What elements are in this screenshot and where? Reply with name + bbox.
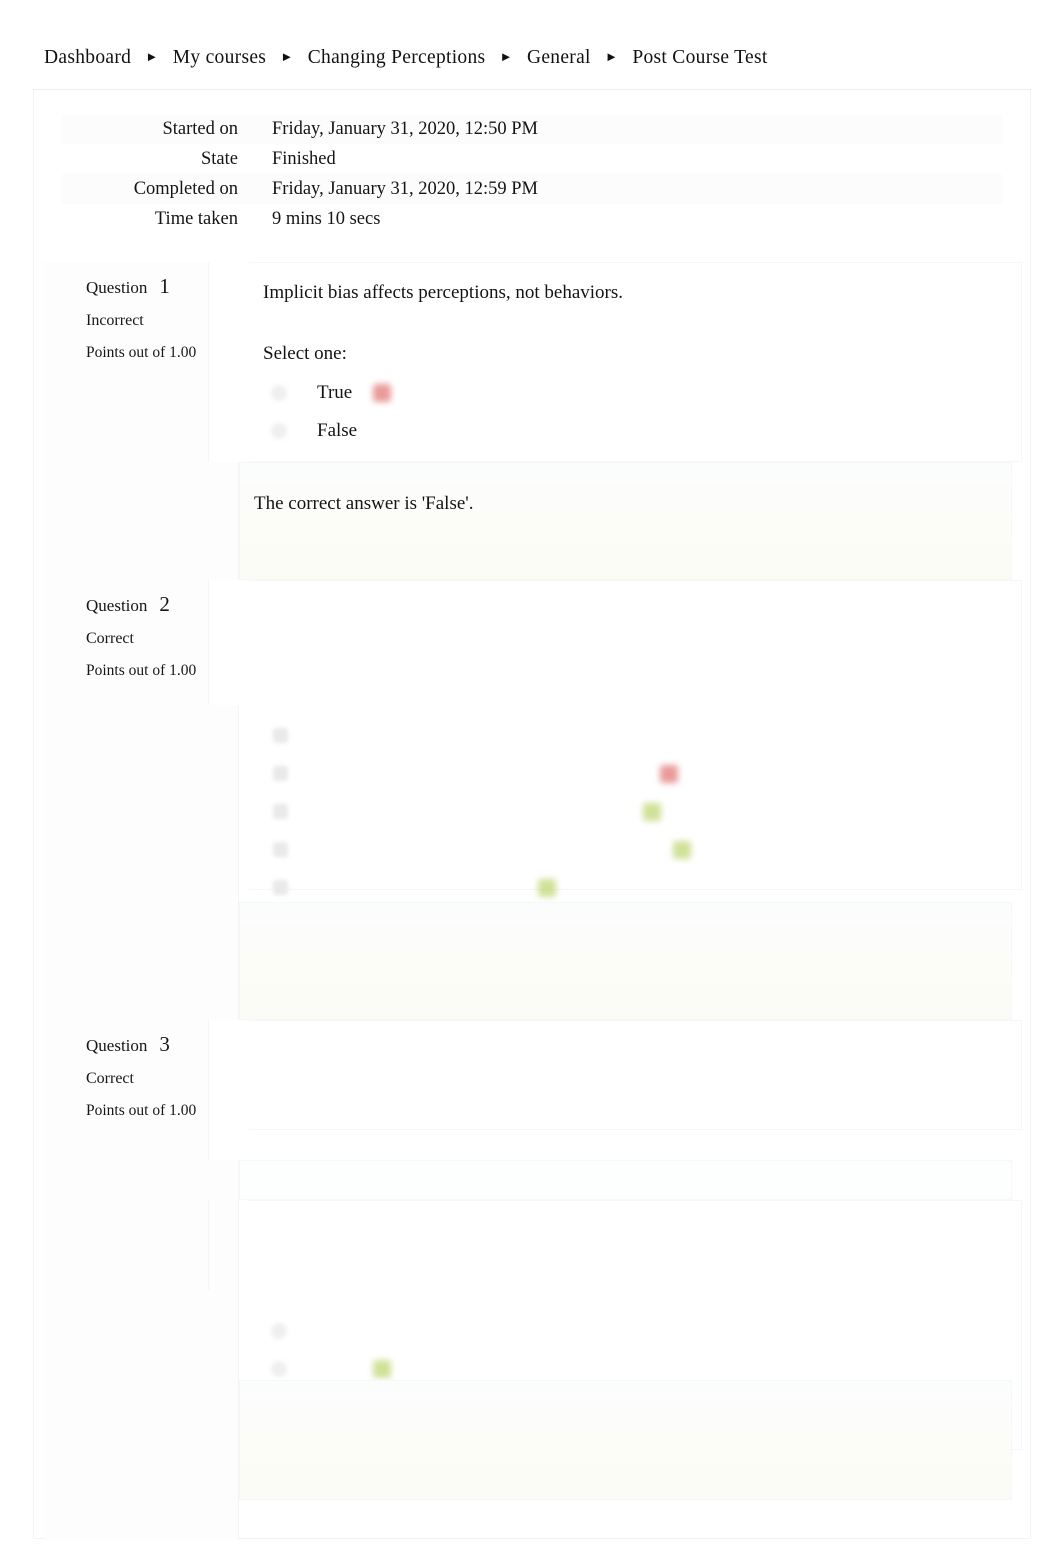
answer-option-2-5[interactable]	[263, 869, 1001, 907]
question-grade-1: Points out of 1.00	[86, 344, 197, 361]
radio-button-icon[interactable]	[271, 1360, 287, 1377]
answer-label	[317, 1320, 359, 1342]
question-content-3	[249, 1020, 1022, 1130]
answer-option-2-2[interactable]	[263, 755, 1001, 793]
question-text-3	[263, 1037, 1001, 1065]
question-number-3: Question 3	[86, 1032, 170, 1056]
quiz-info-row-started-on: Started on Friday, January 31, 2020, 12:…	[62, 114, 1002, 144]
incorrect-marker-icon	[660, 764, 678, 783]
correct-marker-icon	[673, 840, 691, 859]
question-info-stub-3-repeat	[44, 1290, 239, 1540]
breadcrumb-separator-icon: ►	[499, 49, 513, 64]
correct-marker-icon	[373, 1359, 391, 1378]
question-info-2: Question 2 Correct Points out of 1.00	[44, 580, 209, 705]
quiz-info-label: Started on	[162, 118, 238, 139]
breadcrumb-item-general[interactable]: General	[527, 47, 591, 69]
question-text-1: Implicit bias affects perceptions, not b…	[263, 282, 624, 303]
answer-label: True	[317, 381, 353, 403]
correct-marker-icon	[643, 802, 661, 821]
quiz-info-value: Friday, January 31, 2020, 12:59 PM	[272, 178, 539, 199]
breadcrumb-separator-icon: ►	[280, 49, 294, 64]
breadcrumb-item-dashboard[interactable]: Dashboard	[44, 47, 131, 69]
question-info-stub-2	[44, 705, 239, 1020]
question-state-1: Incorrect	[86, 312, 144, 329]
answer-option-2-4[interactable]	[263, 831, 1001, 869]
checkbox-icon[interactable]	[273, 804, 288, 820]
quiz-info-label: Completed on	[133, 178, 238, 199]
quiz-info-row-time-taken: Time taken 9 mins 10 secs	[62, 204, 1002, 234]
answer-option-false[interactable]: False	[263, 412, 1001, 450]
correct-marker-icon	[538, 878, 556, 897]
checkbox-icon[interactable]	[273, 842, 288, 858]
question-block-3: Question 3 Correct Points out of 1.00	[44, 1020, 1022, 1160]
question-info-1: Question 1 Incorrect Points out of 1.00	[44, 262, 209, 462]
quiz-info-row-state: State Finished	[62, 144, 1002, 174]
checkbox-icon[interactable]	[273, 880, 288, 896]
quiz-info-label: Time taken	[154, 208, 238, 229]
radio-button-icon[interactable]	[271, 1322, 287, 1339]
answer-label	[317, 1358, 359, 1380]
quiz-info-value: 9 mins 10 secs	[272, 208, 381, 229]
question-state-3: Correct	[86, 1070, 134, 1087]
question-block-1: Question 1 Incorrect Points out of 1.00 I…	[44, 262, 1022, 462]
question-feedback-2	[239, 902, 1012, 1020]
question-feedback-1: The correct answer is 'False'.	[239, 462, 1012, 580]
breadcrumb-separator-icon: ►	[604, 49, 619, 64]
feedback-text-3	[254, 1411, 991, 1433]
answer-label	[318, 801, 360, 823]
quiz-info-value: Finished	[272, 148, 336, 169]
answer-label	[318, 877, 360, 899]
quiz-review-container: Started on Friday, January 31, 2020, 12:…	[33, 89, 1031, 1540]
question-content-1: Implicit bias affects perceptions, not b…	[249, 262, 1022, 462]
question-grade-3: Points out of 1.00	[86, 1102, 197, 1119]
question-content-2	[249, 580, 1022, 897]
question-divider-band	[239, 1160, 1012, 1200]
quiz-info-row-completed-on: Completed on Friday, January 31, 2020, 1…	[62, 174, 1002, 204]
quiz-info-value: Friday, January 31, 2020, 12:50 PM	[272, 118, 539, 139]
breadcrumb-item-post-course-test[interactable]: Post Course Test	[632, 47, 767, 69]
question-block-2: Question 2 Correct Points out of 1.00	[44, 580, 1022, 897]
select-one-label-3-repeat	[263, 1281, 1001, 1303]
select-one-label-2	[263, 661, 1001, 683]
answer-option-2-1[interactable]	[263, 717, 1001, 755]
quiz-info-label: State	[201, 148, 238, 169]
answer-option-2-3[interactable]	[263, 793, 1001, 831]
radio-button-icon[interactable]	[271, 422, 287, 439]
answer-label	[318, 725, 360, 747]
breadcrumb-separator-icon: ►	[145, 49, 159, 64]
incorrect-marker-icon	[373, 383, 391, 402]
question-text-3-repeat	[263, 1217, 1001, 1245]
answer-label	[318, 839, 360, 861]
question-feedback-3	[239, 1380, 1012, 1500]
answer-option-true[interactable]: True	[263, 374, 1001, 412]
checkbox-icon[interactable]	[273, 766, 288, 782]
breadcrumb-item-my-courses[interactable]: My courses	[173, 47, 266, 69]
question-grade-2: Points out of 1.00	[86, 662, 197, 679]
answer-label: False	[317, 419, 358, 441]
feedback-text-2	[254, 933, 991, 955]
question-info-3: Question 3 Correct Points out of 1.00	[44, 1020, 209, 1160]
radio-button-icon[interactable]	[271, 384, 287, 401]
feedback-text-1: The correct answer is 'False'.	[254, 493, 474, 514]
question-number-1: Question 1	[86, 274, 170, 298]
breadcrumb-item-changing-perceptions[interactable]: Changing Perceptions	[308, 47, 486, 69]
checkbox-icon[interactable]	[273, 728, 288, 744]
answer-label	[318, 763, 360, 785]
quiz-info-table: Started on Friday, January 31, 2020, 12:…	[62, 114, 1002, 234]
question-info-stub-1	[44, 462, 239, 580]
question-number-2: Question 2	[86, 592, 170, 616]
select-one-label-3	[263, 1101, 1001, 1123]
breadcrumb: Dashboard ► My courses ► Changing Percep…	[44, 47, 768, 69]
question-state-2: Correct	[86, 630, 134, 647]
answer-option-3-true[interactable]	[263, 1312, 1001, 1350]
question-text-2	[263, 597, 1001, 625]
select-one-label-1: Select one:	[263, 342, 347, 364]
